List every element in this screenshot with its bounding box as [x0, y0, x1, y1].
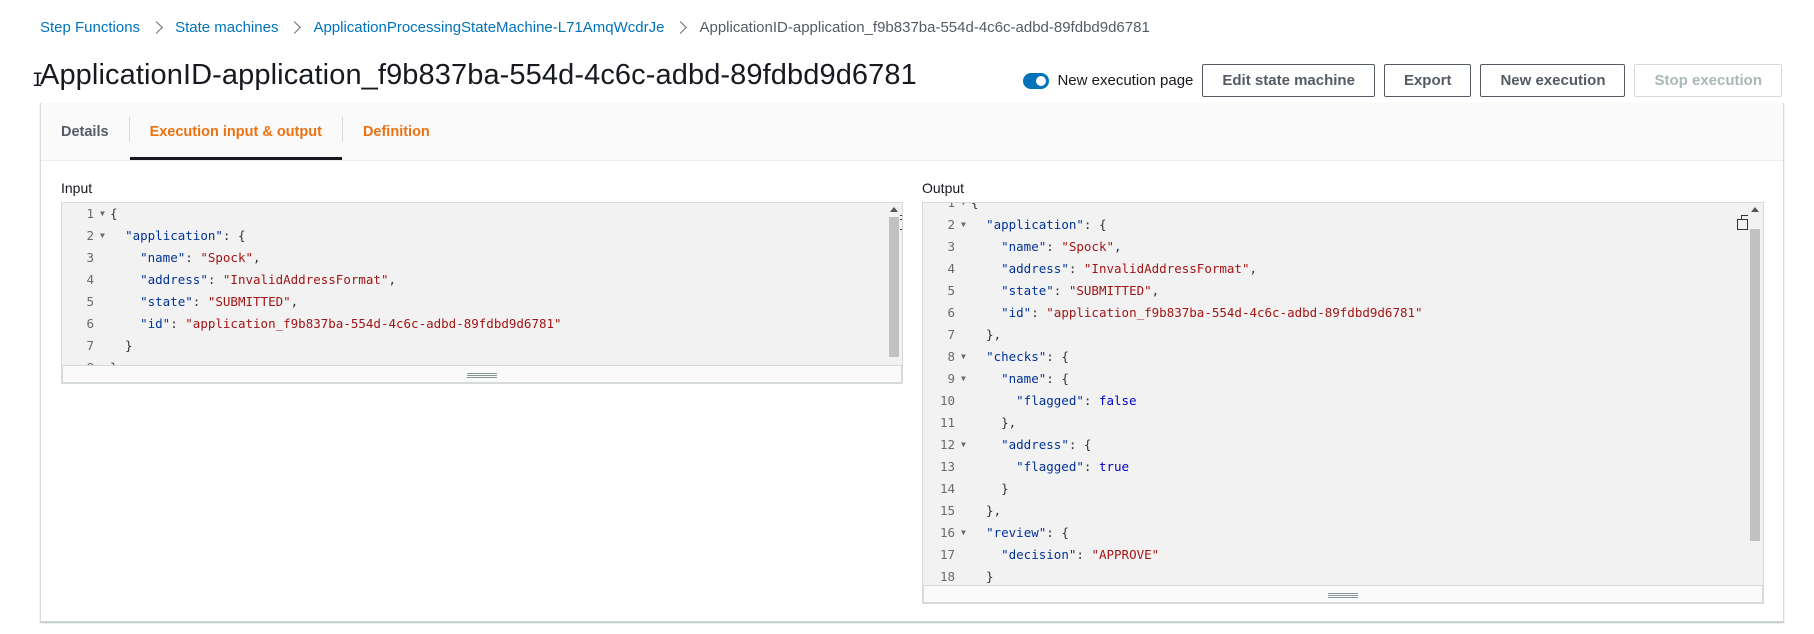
- code-line: 17 "decision": "APPROVE": [923, 544, 1763, 566]
- chevron-right-icon: [150, 21, 163, 34]
- code-line: 3 "name": "Spock",: [62, 247, 902, 269]
- code-line: 1 ▼{: [923, 202, 1763, 214]
- breadcrumb-step-functions[interactable]: Step Functions: [40, 19, 140, 36]
- code-line: 14 }: [923, 478, 1763, 500]
- code-line: 9 ▼ "name": {: [923, 368, 1763, 390]
- triangle-down-icon: ▼: [961, 220, 966, 229]
- scroll-thumb[interactable]: [889, 217, 899, 357]
- code-line: 5 "state": "SUBMITTED",: [923, 280, 1763, 302]
- code-line: 2 ▼ "application": {: [62, 225, 902, 247]
- code-line: 10 "flagged": false: [923, 390, 1763, 412]
- edit-state-machine-button[interactable]: Edit state machine: [1202, 64, 1375, 97]
- header-actions: New execution page Edit state machine Ex…: [1023, 64, 1782, 97]
- code-line: 5 "state": "SUBMITTED",: [62, 291, 902, 313]
- code-line: 4 "address": "InvalidAddressFormat",: [62, 269, 902, 291]
- code-line: 16 ▼ "review": {: [923, 522, 1763, 544]
- output-label: Output: [922, 180, 965, 196]
- breadcrumb-state-machines[interactable]: State machines: [175, 19, 278, 36]
- triangle-down-icon: ▼: [961, 374, 966, 383]
- new-execution-button[interactable]: New execution: [1480, 64, 1626, 97]
- tab-execution-input-output[interactable]: Execution input & output: [129, 103, 343, 160]
- output-scrollbar[interactable]: [1748, 205, 1761, 583]
- code-line: 1 ▼{: [62, 203, 902, 225]
- code-line: 6 "id": "application_f9b837ba-554d-4c6c-…: [62, 313, 902, 335]
- code-line: 12 ▼ "address": {: [923, 434, 1763, 456]
- output-code[interactable]: 1 ▼{ 2 ▼ "application": { 3 "name": "Spock…: [923, 202, 1763, 588]
- tab-bar: Details Execution input & output Definit…: [41, 103, 1783, 161]
- input-resize-bar[interactable]: [62, 365, 902, 383]
- breadcrumb-current: ApplicationID-application_f9b837ba-554d-…: [699, 19, 1150, 36]
- triangle-down-icon: ▼: [100, 231, 105, 240]
- chevron-right-icon: [288, 21, 302, 34]
- code-line: 8 ▼ "checks": {: [923, 346, 1763, 368]
- input-scrollbar[interactable]: [887, 205, 900, 361]
- new-execution-page-toggle[interactable]: New execution page: [1023, 72, 1193, 89]
- input-label: Input: [61, 180, 93, 196]
- code-line: 13 "flagged": true: [923, 456, 1763, 478]
- stop-execution-button[interactable]: Stop execution: [1634, 64, 1782, 97]
- toggle-label: New execution page: [1057, 72, 1194, 89]
- toggle-switch[interactable]: [1023, 72, 1050, 89]
- scroll-thumb[interactable]: [1750, 229, 1760, 541]
- chevron-right-icon: [674, 21, 688, 34]
- page-title: ApplicationID-application_f9b837ba-554d-…: [40, 59, 917, 91]
- tab-definition[interactable]: Definition: [343, 103, 450, 160]
- code-line: 4 "address": "InvalidAddressFormat",: [923, 258, 1763, 280]
- tab-details[interactable]: Details: [41, 103, 129, 160]
- resize-handle-icon[interactable]: [467, 373, 497, 378]
- input-code[interactable]: 1 ▼{ 2 ▼ "application": { 3 "name": "Spock…: [62, 203, 902, 379]
- breadcrumb-state-machine[interactable]: ApplicationProcessingStateMachine-L71Amq…: [313, 19, 664, 36]
- export-button[interactable]: Export: [1383, 64, 1472, 97]
- triangle-down-icon: ▼: [961, 440, 966, 449]
- code-line: 3 "name": "Spock",: [923, 236, 1763, 258]
- triangle-down-icon: ▼: [961, 352, 966, 361]
- code-line: 6 "id": "application_f9b837ba-554d-4c6c-…: [923, 302, 1763, 324]
- triangle-down-icon: ▼: [961, 528, 966, 537]
- breadcrumb: Step Functions State machines Applicatio…: [40, 19, 1150, 36]
- input-editor[interactable]: 1 ▼{ 2 ▼ "application": { 3 "name": "Spock…: [61, 202, 903, 384]
- code-line: 2 ▼ "application": {: [923, 214, 1763, 236]
- triangle-down-icon: ▼: [100, 209, 105, 218]
- triangle-down-icon: ▼: [961, 202, 966, 207]
- scroll-up-icon[interactable]: [1751, 207, 1759, 212]
- code-line: 11 },: [923, 412, 1763, 434]
- code-line: 7 }: [62, 335, 902, 357]
- execution-panel: Details Execution input & output Definit…: [40, 103, 1784, 622]
- code-line: 15 },: [923, 500, 1763, 522]
- scroll-up-icon[interactable]: [890, 207, 898, 212]
- code-line: 7 },: [923, 324, 1763, 346]
- output-editor[interactable]: 1 ▼{ 2 ▼ "application": { 3 "name": "Spock…: [922, 202, 1764, 604]
- resize-handle-icon[interactable]: [1328, 593, 1358, 598]
- output-resize-bar[interactable]: [923, 585, 1763, 603]
